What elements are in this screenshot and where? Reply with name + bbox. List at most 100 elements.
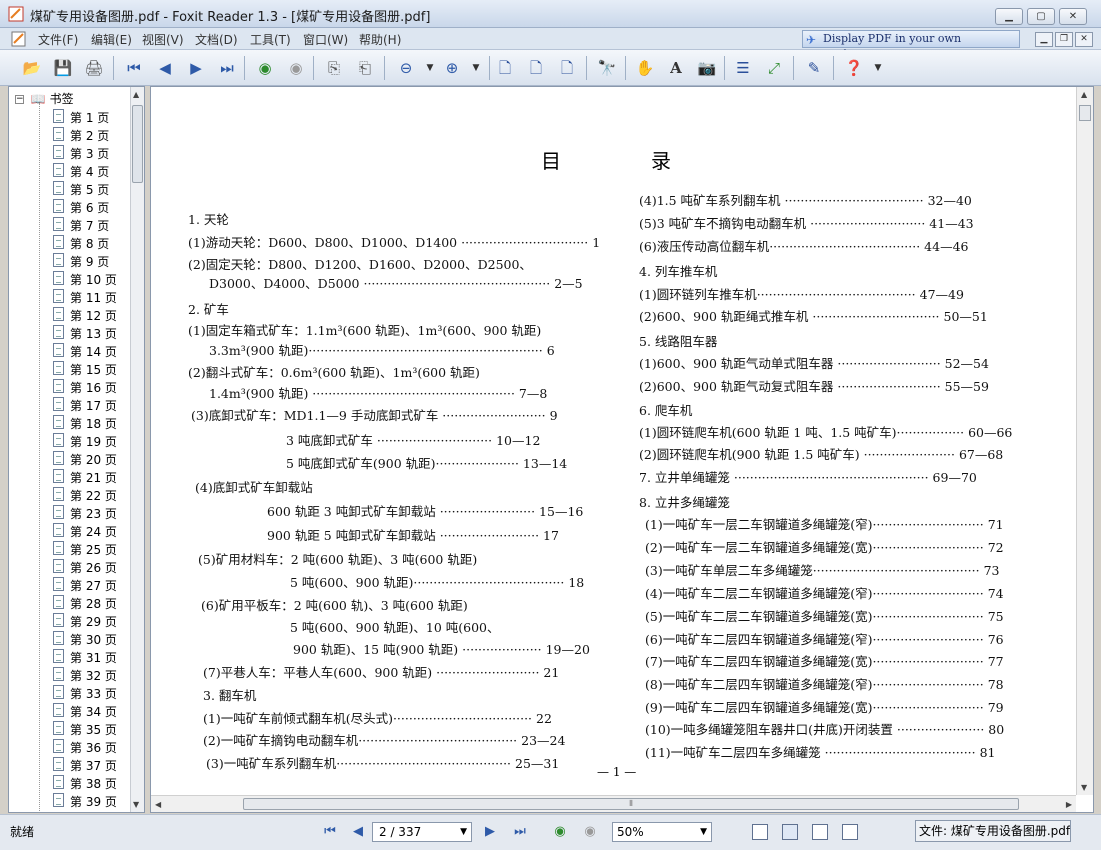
document-menu-icon[interactable] — [10, 31, 28, 47]
status-next-page-icon[interactable]: ▶ — [480, 823, 500, 841]
fullscreen-icon[interactable]: ⤢ — [762, 57, 786, 79]
next-page-icon[interactable]: ▶ — [184, 57, 208, 79]
status-prev-page-icon[interactable]: ◀ — [348, 823, 368, 841]
first-page-icon[interactable]: ⏮ — [122, 57, 146, 79]
menu-window[interactable]: 窗口(W) — [303, 31, 348, 48]
bookmark-item[interactable]: 第 18 页 — [9, 413, 131, 431]
bookmark-item[interactable]: 第 38 页 — [9, 773, 131, 791]
hand-tool-icon[interactable]: ✋ — [633, 57, 657, 79]
scroll-up-icon[interactable]: ▲ — [1081, 90, 1087, 99]
status-forward-icon[interactable]: ◉ — [580, 823, 600, 841]
single-page-view-icon[interactable] — [752, 824, 768, 840]
bookmark-item[interactable]: 第 13 页 — [9, 323, 131, 341]
doc-minimize-button[interactable]: ▁ — [1035, 32, 1053, 47]
page-dropdown-icon[interactable]: ▼ — [460, 823, 467, 841]
zoom-field[interactable]: 50% ▼ — [612, 822, 712, 842]
collapse-icon[interactable]: − — [15, 95, 24, 104]
open-folder-icon[interactable]: 📂 — [20, 57, 44, 79]
snapshot-icon[interactable]: 📷 — [695, 57, 719, 79]
bookmark-scroll-thumb[interactable] — [132, 105, 143, 183]
print-icon[interactable]: 🖨 — [82, 57, 106, 79]
bookmark-item[interactable]: 第 26 页 — [9, 557, 131, 575]
vertical-scroll-thumb[interactable] — [1079, 105, 1091, 121]
bookmark-item[interactable]: 第 34 页 — [9, 701, 131, 719]
status-last-page-icon[interactable]: ⏭ — [510, 823, 530, 841]
menu-document[interactable]: 文档(D) — [195, 31, 238, 48]
scroll-up-icon[interactable]: ▲ — [133, 90, 139, 99]
maximize-button[interactable]: ▢ — [1027, 8, 1055, 25]
fit-width-icon[interactable]: 🗋 — [555, 57, 579, 79]
doc-restore-button[interactable]: ❐ — [1055, 32, 1073, 47]
bookmark-item[interactable]: 第 27 页 — [9, 575, 131, 593]
bookmark-item[interactable]: 第 2 页 — [9, 125, 131, 143]
bookmark-item[interactable]: 第 4 页 — [9, 161, 131, 179]
help-icon[interactable]: ❓ — [842, 57, 866, 79]
bookmark-item[interactable]: 第 16 页 — [9, 377, 131, 395]
zoom-dropdown-icon[interactable]: ▼ — [700, 823, 707, 841]
bookmark-item[interactable]: 第 14 页 — [9, 341, 131, 359]
bookmark-item[interactable]: 第 19 页 — [9, 431, 131, 449]
fit-page-icon[interactable]: 🗋 — [524, 57, 548, 79]
rotate-right-icon[interactable]: ⎗ — [353, 57, 377, 79]
status-back-icon[interactable]: ◉ — [550, 823, 570, 841]
bookmark-item[interactable]: 第 33 页 — [9, 683, 131, 701]
menu-edit[interactable]: 编辑(E) — [91, 31, 132, 48]
bookmark-item[interactable]: 第 10 页 — [9, 269, 131, 287]
typewriter-icon[interactable]: ✎ — [802, 57, 826, 79]
scroll-left-icon[interactable]: ◀ — [155, 800, 161, 809]
prev-page-icon[interactable]: ◀ — [153, 57, 177, 79]
ad-banner[interactable]: ✈ Display PDF in your own applications — [802, 30, 1020, 61]
help-dropdown-icon[interactable]: ▼ — [866, 57, 890, 79]
bookmarks-toggle-icon[interactable]: ☰ — [731, 57, 755, 79]
rotate-left-icon[interactable]: ⎘ — [322, 57, 346, 79]
menu-tools[interactable]: 工具(T) — [250, 31, 291, 48]
actual-size-icon[interactable]: 🗋 — [493, 57, 517, 79]
bookmark-item[interactable]: 第 12 页 — [9, 305, 131, 323]
status-first-page-icon[interactable]: ⏮ — [320, 823, 340, 841]
bookmark-item[interactable]: 第 5 页 — [9, 179, 131, 197]
bookmark-item[interactable]: 第 30 页 — [9, 629, 131, 647]
bookmark-item[interactable]: 第 1 页 — [9, 107, 131, 125]
scroll-down-icon[interactable]: ▼ — [133, 800, 139, 809]
last-page-icon[interactable]: ⏭ — [215, 57, 239, 79]
bookmark-item[interactable]: 第 21 页 — [9, 467, 131, 485]
vertical-scrollbar[interactable]: ▲ ▼ — [1076, 87, 1093, 795]
bookmark-item[interactable]: 第 8 页 — [9, 233, 131, 251]
doc-close-button[interactable]: ✕ — [1075, 32, 1093, 47]
bookmark-item[interactable]: 第 20 页 — [9, 449, 131, 467]
horizontal-scroll-thumb[interactable]: ⦀ — [243, 798, 1019, 810]
bookmark-item[interactable]: 第 35 页 — [9, 719, 131, 737]
bookmark-root[interactable]: − 📖 书签 — [15, 90, 74, 107]
facing-view-icon[interactable] — [812, 824, 828, 840]
page-number-field[interactable]: 2 / 337 ▼ — [372, 822, 472, 842]
zoom-in-dropdown-icon[interactable]: ▼ — [464, 57, 488, 79]
bookmark-item[interactable]: 第 25 页 — [9, 539, 131, 557]
bookmark-item[interactable]: 第 29 页 — [9, 611, 131, 629]
bookmark-item[interactable]: 第 31 页 — [9, 647, 131, 665]
forward-icon[interactable]: ◉ — [284, 57, 308, 79]
horizontal-scrollbar[interactable]: ◀ ⦀ ▶ — [151, 795, 1076, 812]
bookmark-item[interactable]: 第 24 页 — [9, 521, 131, 539]
bookmark-item[interactable]: 第 7 页 — [9, 215, 131, 233]
bookmark-scrollbar[interactable]: ▲ ▼ — [130, 87, 144, 812]
bookmark-item[interactable]: 第 37 页 — [9, 755, 131, 773]
close-button[interactable]: ✕ — [1059, 8, 1087, 25]
bookmark-item[interactable]: 第 15 页 — [9, 359, 131, 377]
bookmark-item[interactable]: 第 32 页 — [9, 665, 131, 683]
bookmark-item[interactable]: 第 9 页 — [9, 251, 131, 269]
back-icon[interactable]: ◉ — [253, 57, 277, 79]
save-icon[interactable]: 💾 — [51, 57, 75, 79]
zoom-in-icon[interactable]: ⊕ — [440, 57, 464, 79]
scroll-down-icon[interactable]: ▼ — [1081, 783, 1087, 792]
minimize-button[interactable]: ▁ — [995, 8, 1023, 25]
find-icon[interactable]: 🔭 — [595, 57, 619, 79]
bookmark-item[interactable]: 第 3 页 — [9, 143, 131, 161]
bookmark-item[interactable]: 第 6 页 — [9, 197, 131, 215]
menu-view[interactable]: 视图(V) — [142, 31, 184, 48]
continuous-view-icon[interactable] — [782, 824, 798, 840]
bookmark-item[interactable]: 第 28 页 — [9, 593, 131, 611]
bookmark-item[interactable]: 第 17 页 — [9, 395, 131, 413]
bookmark-item[interactable]: 第 23 页 — [9, 503, 131, 521]
document-view[interactable]: 目 录 — 1 — 1. 天轮 (1)游动天轮：D600、D800、D1000、D… — [150, 86, 1094, 813]
text-select-icon[interactable]: A — [664, 57, 688, 79]
